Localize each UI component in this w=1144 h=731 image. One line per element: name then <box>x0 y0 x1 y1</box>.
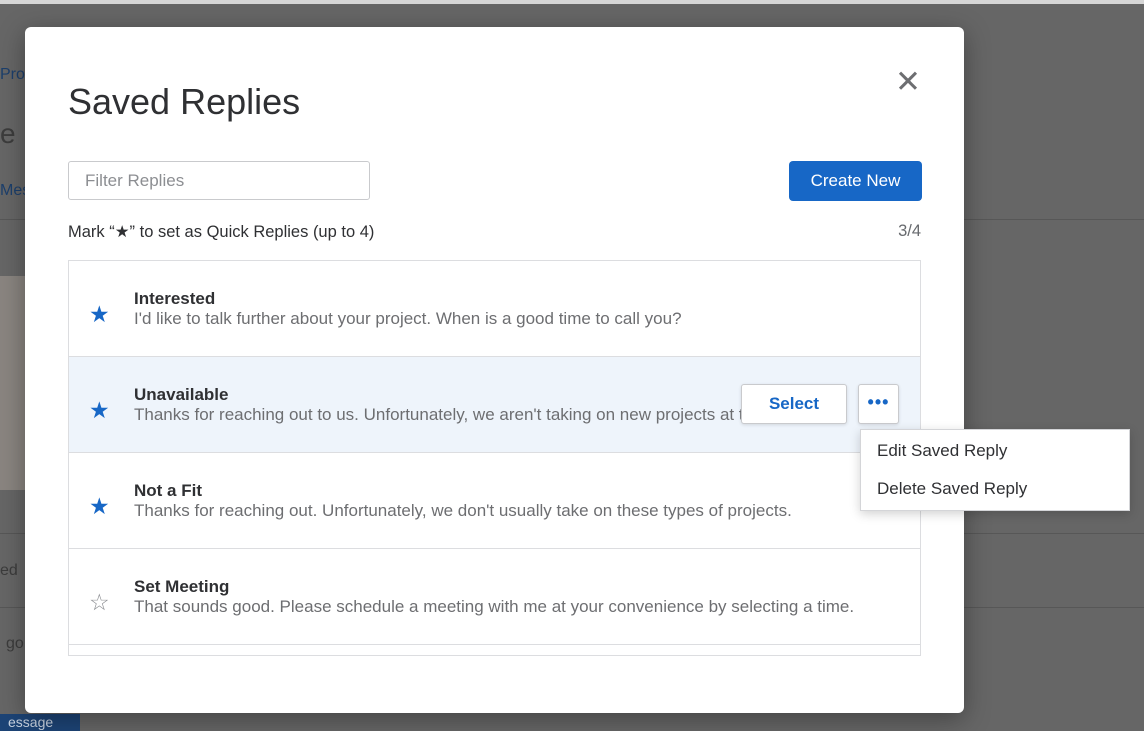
reply-row-interested[interactable]: ★ Interested I'd like to talk further ab… <box>69 261 920 357</box>
background-text: ed <box>0 562 18 579</box>
reply-options-menu: Edit Saved Reply Delete Saved Reply <box>860 429 1130 511</box>
reply-row-unavailable[interactable]: ★ Unavailable Thanks for reaching out to… <box>69 357 920 453</box>
star-icon[interactable]: ★ <box>89 399 110 422</box>
reply-body: I'd like to talk further about your proj… <box>134 309 682 328</box>
close-icon[interactable]: ✕ <box>895 66 921 97</box>
background-photo <box>0 276 26 490</box>
reply-body: That sounds good. Please schedule a meet… <box>134 597 855 616</box>
background-breadcrumb: Pro <box>0 66 25 83</box>
reply-body: Thanks for reaching out. Unfortunately, … <box>134 501 792 520</box>
browser-edge <box>0 0 1144 4</box>
background-button: essage <box>0 714 80 731</box>
star-icon[interactable]: ★ <box>89 303 110 326</box>
edit-saved-reply-item[interactable]: Edit Saved Reply <box>861 437 1129 475</box>
create-new-button[interactable]: Create New <box>789 161 922 201</box>
background-text: go <box>6 635 24 652</box>
background-heading: e <box>0 118 16 149</box>
select-button[interactable]: Select <box>741 384 847 424</box>
saved-replies-modal: ✕ Saved Replies Create New Mark “★” to s… <box>25 27 964 713</box>
filter-replies-input[interactable] <box>68 161 370 200</box>
reply-title: Not a Fit <box>134 481 202 500</box>
quick-replies-count: 3/4 <box>898 222 921 240</box>
delete-saved-reply-item[interactable]: Delete Saved Reply <box>861 475 1129 513</box>
saved-replies-list: ★ Interested I'd like to talk further ab… <box>68 260 921 656</box>
more-options-icon[interactable]: ••• <box>858 384 899 424</box>
reply-title: Interested <box>134 289 216 308</box>
star-icon[interactable]: ★ <box>89 495 110 518</box>
modal-title: Saved Replies <box>68 81 301 122</box>
star-outline-icon[interactable]: ☆ <box>89 591 110 614</box>
reply-title: Set Meeting <box>134 577 230 596</box>
quick-replies-hint: Mark “★” to set as Quick Replies (up to … <box>68 223 375 241</box>
reply-row-not-a-fit[interactable]: ★ Not a Fit Thanks for reaching out. Unf… <box>69 453 920 549</box>
reply-row-set-meeting[interactable]: ☆ Set Meeting That sounds good. Please s… <box>69 549 920 645</box>
reply-title: Unavailable <box>134 385 229 404</box>
